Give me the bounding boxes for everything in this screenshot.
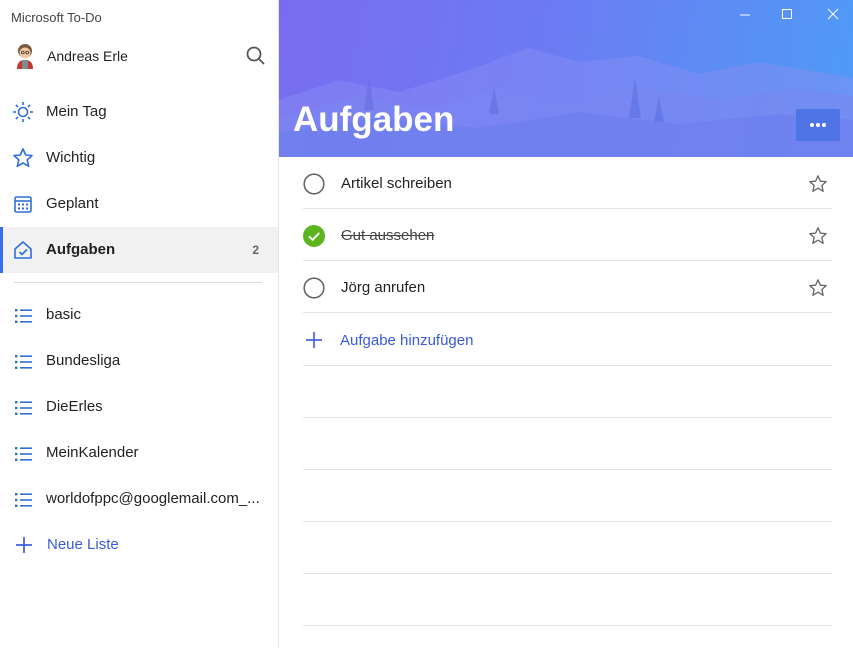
list-icon [15,447,32,461]
nav-item-label: Geplant [46,195,99,212]
nav-item-mein-tag[interactable]: Mein Tag [0,89,278,135]
nav-item-label: Mein Tag [46,103,107,120]
list-item-label: Bundesliga [46,352,121,369]
more-dot-icon [816,123,820,127]
list-icon [15,493,32,507]
task-item[interactable]: Gut aussehen [303,209,832,261]
task-title: Artikel schreiben [341,175,452,192]
nav-item-label: Aufgaben [46,241,116,258]
more-options-button[interactable] [796,109,840,141]
list-item-basic[interactable]: basic [0,292,278,338]
empty-row [303,470,832,522]
page-title: Aufgaben [293,100,455,139]
user-name: Andreas Erle [47,48,128,64]
minimize-icon[interactable] [735,4,755,24]
more-dot-icon [822,123,826,127]
search-icon[interactable] [244,44,268,68]
app-window: Microsoft To-Do Andreas Erle Mein Tag Wi… [0,0,853,648]
divider [14,282,262,283]
add-task-button[interactable]: Aufgabe hinzufügen [303,313,832,366]
list-item-label: worldofppc@googlemail.com_... [46,490,260,507]
home-icon [14,241,32,259]
task-count-badge: 2 [252,243,259,257]
maximize-icon[interactable] [777,4,797,24]
nav-item-wichtig[interactable]: Wichtig [0,135,278,181]
list-icon [15,401,32,415]
calendar-icon [14,196,32,213]
close-icon[interactable] [823,4,843,24]
list-item-worldofppc[interactable]: worldofppc@googlemail.com_... [0,476,278,522]
empty-row [303,574,832,626]
new-list-button[interactable]: Neue Liste [0,522,278,568]
empty-row [303,522,832,574]
list-item-label: basic [46,306,82,323]
nav-item-geplant[interactable]: Geplant [0,181,278,227]
task-item[interactable]: Jörg anrufen [303,261,832,313]
task-title: Gut aussehen [341,227,435,244]
list-item-label: MeinKalender [46,444,139,461]
user-lists: basic Bundesliga DieErles MeinKalender w… [0,292,278,568]
plus-icon [306,332,322,348]
avatar [17,44,33,69]
empty-row [303,418,832,470]
user-row[interactable]: Andreas Erle [0,36,279,76]
app-title: Microsoft To-Do [11,10,102,25]
main-panel: Aufgaben Artikel schreiben Gut aussehen … [279,0,853,648]
checkbox-circle-icon[interactable] [303,173,325,195]
empty-row [303,366,832,418]
sun-icon [13,102,33,122]
sidebar: Microsoft To-Do Andreas Erle Mein Tag Wi… [0,0,279,648]
nav-item-aufgaben[interactable]: Aufgaben 2 [0,227,278,273]
nav: Mein Tag Wichtig Geplant Aufgaben 2 [0,89,278,273]
header-banner: Aufgaben [279,0,853,157]
task-item[interactable]: Artikel schreiben [303,157,832,209]
star-outline-icon[interactable] [808,278,828,298]
more-dot-icon [810,123,814,127]
list-item-label: DieErles [46,398,103,415]
checkmark-circle-icon[interactable] [303,225,325,247]
star-outline-icon[interactable] [808,174,828,194]
list-item-meinkalender[interactable]: MeinKalender [0,430,278,476]
nav-item-label: Wichtig [46,149,96,166]
add-task-label: Aufgabe hinzufügen [340,332,474,349]
task-title: Jörg anrufen [341,279,426,296]
checkbox-circle-icon[interactable] [303,277,325,299]
list-item-dieerles[interactable]: DieErles [0,384,278,430]
plus-icon [16,537,32,553]
list-icon [15,309,32,323]
star-outline-icon[interactable] [808,226,828,246]
list-icon [15,355,32,369]
star-icon [13,148,33,168]
new-list-label: Neue Liste [47,536,119,553]
list-item-bundesliga[interactable]: Bundesliga [0,338,278,384]
task-list: Artikel schreiben Gut aussehen Jörg anru… [303,157,832,626]
